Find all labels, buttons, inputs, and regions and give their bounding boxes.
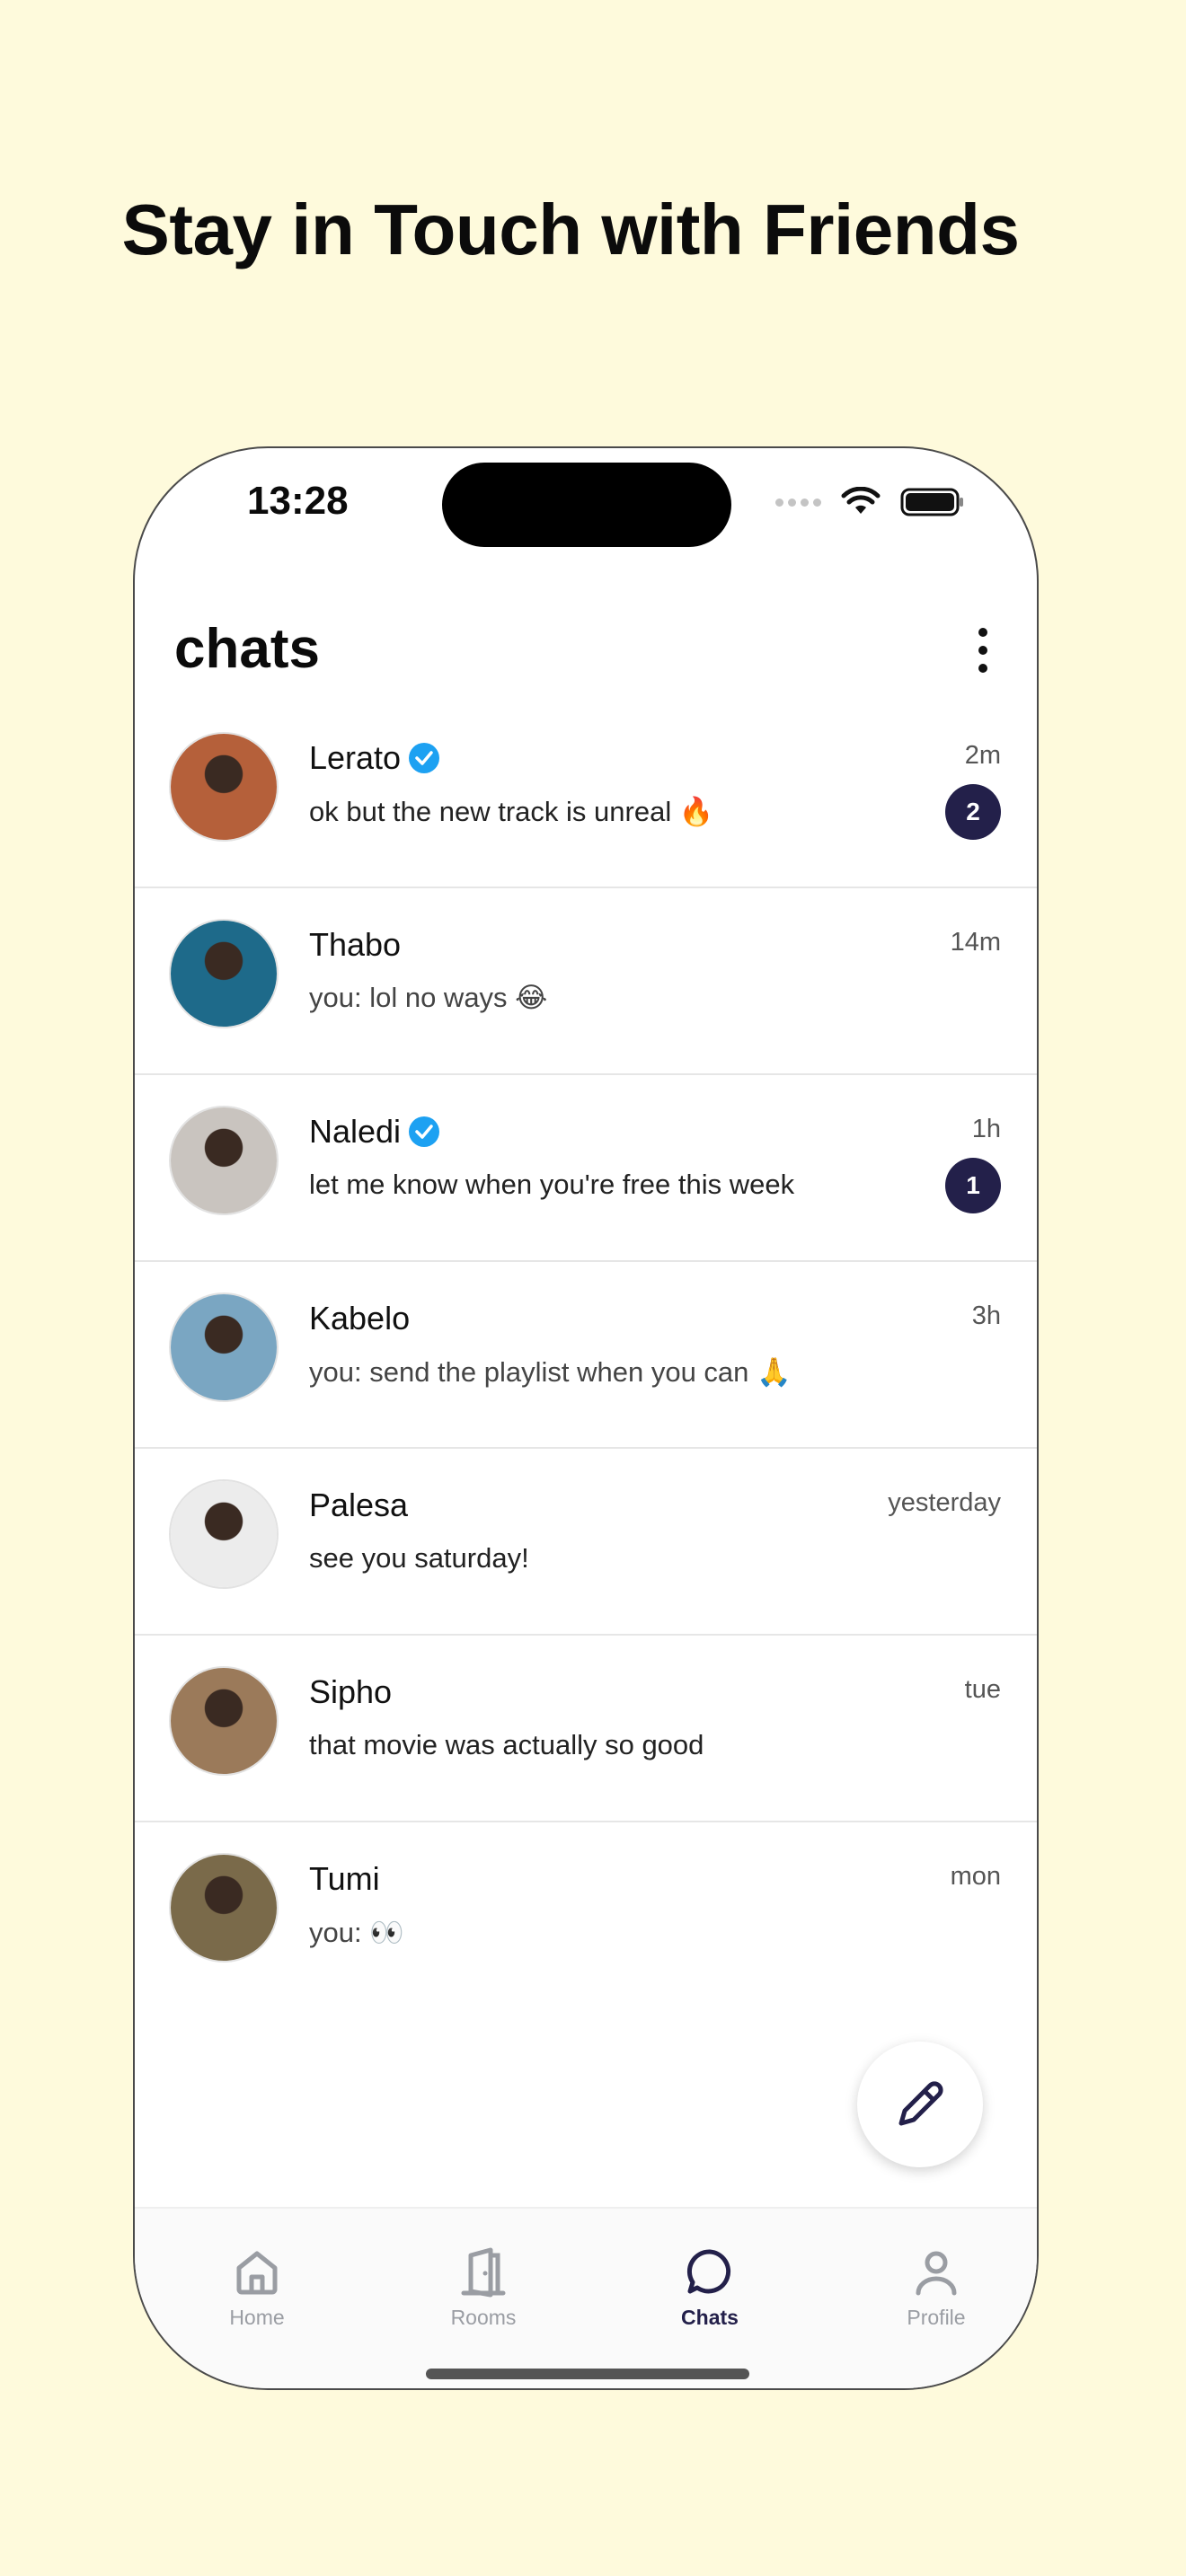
- tab-rooms[interactable]: Rooms: [394, 2245, 573, 2330]
- avatar: [171, 1107, 277, 1213]
- person-icon: [916, 2251, 957, 2296]
- tab-home-label: Home: [229, 2306, 285, 2329]
- avatar: [171, 1668, 277, 1774]
- home-indicator: [426, 2369, 749, 2379]
- chat-row[interactable]: Thabo you: lol no ways 😂 14m: [135, 888, 1037, 1075]
- chat-name-text: Naledi: [309, 1113, 402, 1150]
- chat-timestamp: 3h: [971, 1301, 1001, 1330]
- chat-timestamp: tue: [964, 1675, 1001, 1704]
- tab-chats[interactable]: Chats: [620, 2245, 800, 2330]
- chat-name: Naledi: [309, 1113, 440, 1151]
- chat-timestamp: 2m: [964, 741, 1001, 770]
- wifi-icon: [841, 487, 881, 514]
- chat-message-preview: ok but the new track is unreal 🔥: [309, 796, 714, 827]
- avatar: [171, 1855, 277, 1961]
- more-options-button[interactable]: [965, 628, 1001, 673]
- chat-bubble-icon: [686, 2249, 731, 2294]
- chat-name-text: Lerato: [309, 739, 402, 776]
- phone-frame: 13:28 chats Lerato ok but the new track i…: [133, 446, 1039, 2390]
- chat-message-preview: see you saturday!: [309, 1542, 529, 1574]
- chat-row[interactable]: Sipho that movie was actually so good tue: [135, 1636, 1037, 1822]
- chat-timestamp: 14m: [950, 928, 1001, 957]
- chat-name: Thabo: [309, 926, 401, 964]
- home-icon: [236, 2251, 278, 2295]
- chat-name: Tumi: [309, 1860, 380, 1898]
- tab-profile[interactable]: Profile: [846, 2245, 1026, 2330]
- chat-message-preview: let me know when you're free this week: [309, 1169, 795, 1200]
- chat-name: Kabelo: [309, 1300, 410, 1337]
- unread-count-badge: 2: [945, 784, 1001, 840]
- battery-icon: [900, 488, 963, 516]
- chat-name: Lerato: [309, 739, 440, 777]
- page-headline: Stay in Touch with Friends: [121, 190, 1020, 269]
- chat-message-preview: you: lol no ways 😂: [309, 982, 548, 1013]
- avatar: [171, 1481, 277, 1587]
- status-time: 13:28: [247, 479, 349, 523]
- tab-bar: Home Rooms Chats Profile: [135, 2207, 1037, 2388]
- avatar: [171, 921, 277, 1027]
- avatar: [171, 1294, 277, 1400]
- verified-badge-icon: [409, 743, 440, 773]
- tab-home[interactable]: Home: [167, 2245, 347, 2330]
- cellular-signal-icon: [775, 498, 821, 507]
- unread-count-badge: 1: [945, 1158, 1001, 1213]
- chat-list: Lerato ok but the new track is unreal 🔥 2m…: [135, 701, 1037, 2009]
- verified-badge-icon: [409, 1116, 440, 1147]
- chat-message-preview: that movie was actually so good: [309, 1729, 704, 1760]
- chat-row[interactable]: Naledi let me know when you're free this …: [135, 1075, 1037, 1262]
- chat-message-preview: you: 👀: [309, 1917, 404, 1948]
- pencil-icon: [898, 2081, 943, 2126]
- chat-name-text: Tumi: [309, 1860, 380, 1897]
- status-icons: [775, 484, 965, 520]
- chat-name-text: Palesa: [309, 1486, 409, 1523]
- chat-row[interactable]: Lerato ok but the new track is unreal 🔥 2m…: [135, 701, 1037, 888]
- chat-timestamp: 1h: [971, 1115, 1001, 1143]
- tab-profile-label: Profile: [907, 2306, 966, 2329]
- chat-name: Sipho: [309, 1673, 392, 1711]
- chat-name-text: Thabo: [309, 926, 402, 963]
- chat-row[interactable]: Palesa see you saturday! yesterday: [135, 1449, 1037, 1636]
- more-vertical-icon: [978, 628, 987, 637]
- chat-name-text: Kabelo: [309, 1300, 411, 1337]
- chat-timestamp: yesterday: [888, 1488, 1001, 1517]
- chat-name-text: Sipho: [309, 1673, 393, 1710]
- dynamic-island: [442, 463, 731, 547]
- screen-title: chats: [174, 618, 320, 680]
- tab-chats-label: Chats: [681, 2306, 739, 2329]
- tab-rooms-label: Rooms: [450, 2306, 517, 2329]
- chat-timestamp: mon: [950, 1862, 1001, 1891]
- avatar: [171, 734, 277, 840]
- new-chat-button[interactable]: [857, 2042, 983, 2167]
- chat-message-preview: you: send the playlist when you can 🙏: [309, 1356, 792, 1388]
- chat-name: Palesa: [309, 1486, 408, 1524]
- door-icon: [461, 2247, 506, 2298]
- chat-row[interactable]: Tumi you: 👀 mon: [135, 1822, 1037, 2009]
- chat-row[interactable]: Kabelo you: send the playlist when you ca…: [135, 1262, 1037, 1449]
